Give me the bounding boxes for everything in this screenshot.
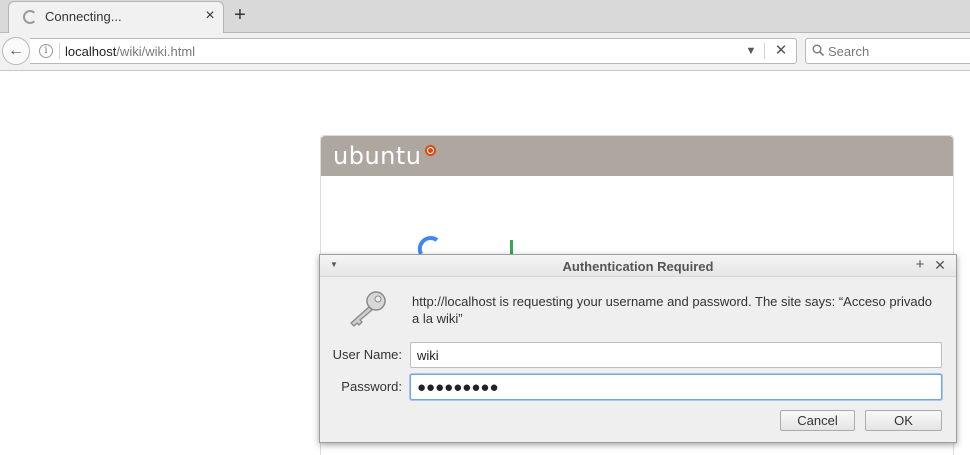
url-separator	[59, 43, 60, 59]
password-field[interactable]	[410, 374, 942, 400]
password-label: Password:	[341, 379, 402, 394]
search-bar[interactable]	[805, 38, 970, 64]
search-icon	[812, 44, 824, 56]
ubuntu-logo: ubuntu	[333, 142, 422, 170]
ok-button[interactable]: OK	[865, 410, 942, 431]
maximize-icon[interactable]: +	[912, 256, 928, 274]
site-info-icon[interactable]: i	[39, 44, 53, 58]
url-history-dropdown-icon[interactable]: ▼	[743, 42, 759, 60]
search-input[interactable]	[828, 42, 968, 60]
username-label: User Name:	[332, 347, 402, 362]
google-logo-icon	[417, 235, 513, 256]
url-host: localhost	[65, 44, 117, 59]
tab-active[interactable]: Connecting... ×	[8, 1, 224, 33]
tab-close-icon[interactable]: ×	[201, 7, 219, 25]
tab-strip: Connecting... × +	[0, 0, 970, 33]
ubuntu-circle-of-friends-icon	[425, 145, 436, 156]
url-separator	[764, 43, 765, 59]
close-icon[interactable]: ✕	[932, 256, 948, 274]
url-bar[interactable]: i localhost/wiki/wiki.html ▼ ✕	[30, 38, 797, 64]
stop-loading-button[interactable]: ✕	[772, 41, 790, 61]
tab-title: Connecting...	[45, 9, 122, 24]
ubuntu-header: ubuntu	[321, 136, 953, 176]
nav-bar: ← i localhost/wiki/wiki.html ▼ ✕	[0, 33, 970, 71]
username-field[interactable]	[410, 342, 942, 368]
url-text[interactable]: localhost/wiki/wiki.html	[65, 44, 195, 59]
dialog-title: Authentication Required	[562, 259, 714, 274]
auth-message: http://localhost is requesting your user…	[412, 294, 933, 326]
back-button[interactable]: ←	[2, 37, 30, 65]
new-tab-button[interactable]: +	[230, 5, 250, 25]
dialog-titlebar[interactable]: ▼ Authentication Required + ✕	[320, 255, 956, 277]
cancel-button[interactable]: Cancel	[780, 410, 855, 431]
loading-throbber-icon	[23, 10, 37, 24]
key-icon	[350, 291, 386, 327]
auth-dialog: ▼ Authentication Required + ✕ http://loc…	[319, 254, 957, 443]
url-path: /wiki/wiki.html	[116, 44, 196, 59]
